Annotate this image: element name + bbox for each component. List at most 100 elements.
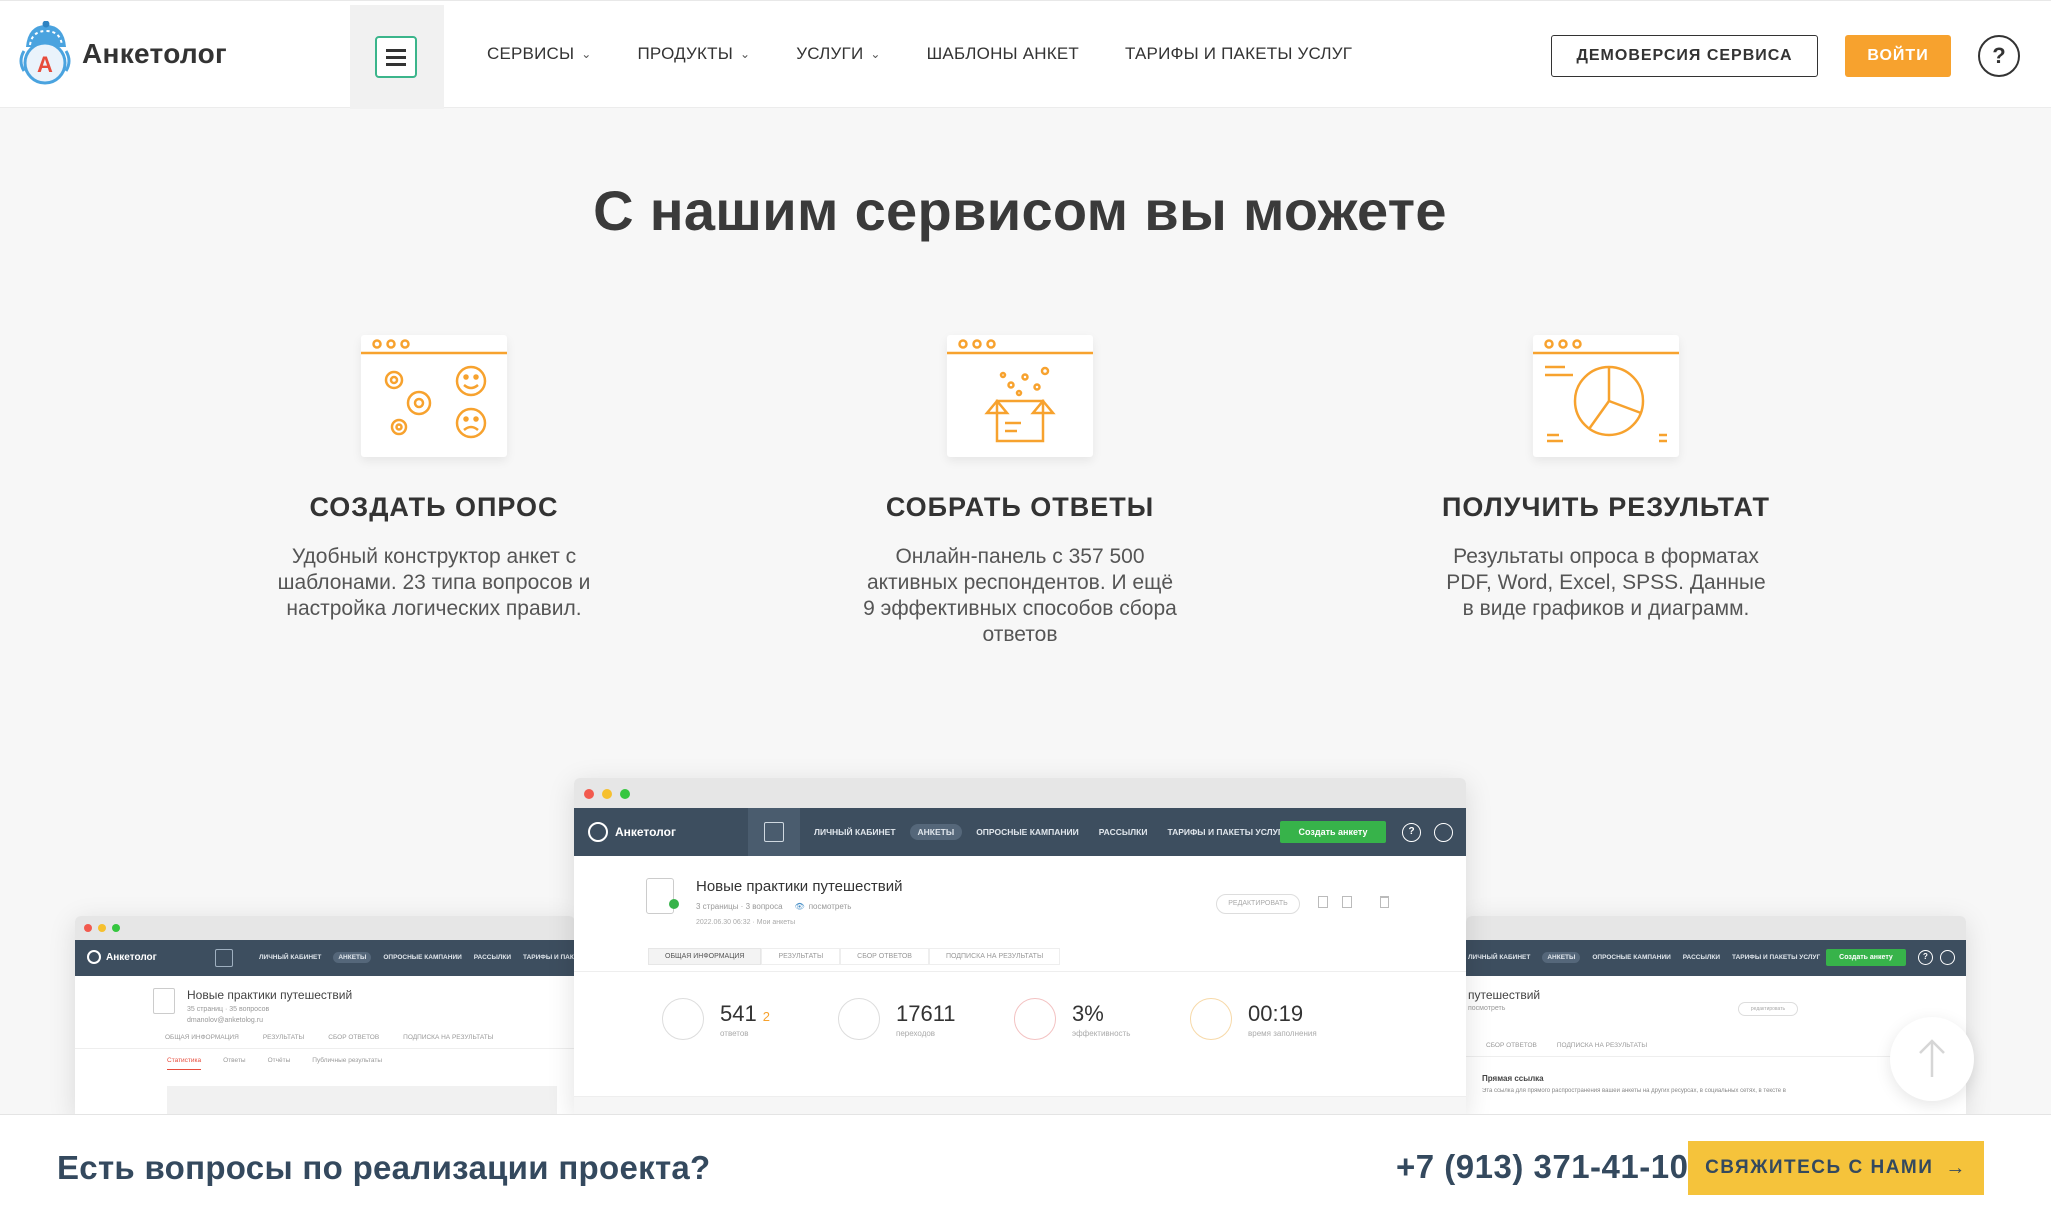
mock-help-icon: ? [1918,950,1933,965]
mock-nav-item: ОПРОСНЫЕ КАМПАНИИ [976,827,1079,837]
hamburger-menu-button[interactable] [375,36,417,78]
mock-survey-meta: 35 страниц · 35 вопросов [187,1006,270,1013]
pie-chart-icon [1533,335,1679,457]
window-maximize-dot [620,789,630,799]
nav-label: ТАРИФЫ И ПАКЕТЫ УСЛУГ [1124,44,1353,63]
open-box-icon [947,335,1093,457]
mock-edit-button: редактировать [1216,894,1300,914]
mock-tab: РЕЗУЛЬТАТЫ [761,948,841,965]
feature-title: СОЗДАТЬ ОПРОС [309,492,559,522]
stat-label: ответов [720,1028,749,1038]
feature-title: СОБРАТЬ ОТВЕТЫ [885,492,1155,522]
mock-nav: ЛИЧНЫЙ КАБИНЕТ АНКЕТЫ ОПРОСНЫЕ КАМПАНИИ … [814,824,1283,840]
stat-label: переходов [896,1028,936,1038]
mock-direct-link-title: Прямая ссылка [1482,1074,1544,1083]
mock-tabs: ОБЩАЯ ИНФОРМАЦИЯ РЕЗУЛЬТАТЫ СБОР ОТВЕТОВ… [165,1034,493,1041]
archive-icon [1342,896,1352,908]
mock-logo-icon [588,822,608,842]
contact-bar: Есть вопросы по реализации проекта? +7 (… [0,1114,2051,1211]
demo-button[interactable]: ДЕМОВЕРСИЯ СЕРВИСА [1551,35,1818,77]
mock-logo-icon [87,950,101,964]
mock-subtab: Статистика [167,1057,202,1070]
nav-item-products[interactable]: ПРОДУКТЫ ⌄ [638,44,751,64]
stat-number: 00:19 [1248,1000,1304,1026]
mock-survey-title: Новые практики путешествий [696,878,903,895]
stat-efficiency: 3% эффективность [1014,998,1130,1040]
nav-item-services-offer[interactable]: УСЛУГИ ⌄ [796,44,880,64]
nav-item-pricing[interactable]: ТАРИФЫ И ПАКЕТЫ УСЛУГ [1125,44,1352,64]
mock-content-area [574,1096,1466,1114]
mock-logo-text: Анкетолог [615,825,676,839]
hamburger-icon-line [386,63,406,66]
feature-title: ПОЛУЧИТЬ РЕЗУЛЬТАТ [1442,492,1770,522]
contact-us-button[interactable]: СВЯЖИТЕСЬ С НАМИ → [1688,1141,1984,1195]
mock-tab: РЕЗУЛЬТАТЫ [262,1034,305,1041]
feature-create-survey: СОЗДАТЬ ОПРОС Удобный конструктор анкет … [234,335,634,622]
contact-question: Есть вопросы по реализации проекта? [57,1149,711,1186]
mock-nav-item: ТАРИФЫ И ПАКЕТЫ УСЛУГ [1732,954,1821,961]
mock-nav-item: РАССЫЛКИ [1098,827,1148,837]
feature-collect-answers: СОБРАТЬ ОТВЕТЫ Онлайн-панель с 357 500 а… [820,335,1220,648]
arrow-up-icon [1919,1039,1945,1077]
stat-text: 17611 переходов [896,1001,956,1038]
mock-tab: ОБЩАЯ ИНФОРМАЦИЯ [648,948,762,965]
mock-stats-row: 541 2 ответов 17611 переходов 3% эффектив… [574,998,1466,1098]
mock-nav-item: ОПРОСНЫЕ КАМПАНИИ [1592,954,1671,961]
stat-answers: 541 2 ответов [662,998,770,1040]
help-button[interactable]: ? [1978,35,2020,77]
nav-label: ПРОДУКТЫ [637,44,733,63]
feature-text: Результаты опроса в форматах PDF, Word, … [1446,545,1766,620]
stat-extra: 2 [762,1008,770,1024]
mock-create-survey-button: Создать анкету [1826,949,1906,966]
mock-survey-email: dmanolov@anketolog.ru [187,1017,263,1024]
mock-tab: СБОР ОТВЕТОВ [328,1034,380,1041]
mock-nav-item: РАССЫЛКИ [473,954,512,961]
app-screenshot-left: Анкетолог ЛИЧНЫЙ КАБИНЕТ АНКЕТЫ ОПРОСНЫЕ… [75,916,575,1116]
mock-tab: ПОДПИСКА НА РЕЗУЛЬТАТЫ [1556,1042,1648,1049]
mock-edit-button: редактировать [1738,1002,1798,1016]
mock-nav-item: АНКЕТЫ [333,952,372,963]
mock-subtab: Публичные результаты [312,1057,383,1064]
stat-value: 541 2 [720,1001,770,1027]
feature-text: Удобный конструктор анкет с шаблонами. 2… [277,545,591,620]
stat-number: 17611 [896,1000,956,1026]
login-button[interactable]: ВОЙТИ [1845,35,1951,77]
mock-nav-item: ТАРИФЫ И ПАКЕТЫ УСЛУГ [523,954,575,961]
mock-tab: СБОР ОТВЕТОВ [840,948,929,965]
mock-tab: СБОР ОТВЕТОВ [1486,1042,1537,1049]
mock-content-block [167,1086,557,1116]
contact-phone[interactable]: +7 (913) 371-41-10 [1396,1148,1688,1186]
stat-number: 541 [720,1000,757,1026]
stat-text: 00:19 время заполнения [1248,1001,1317,1038]
mock-logo: Анкетолог [588,822,676,842]
hamburger-icon-line [386,56,406,59]
site-header: A Анкетолог СЕРВИСЫ ⌄ ПРОДУКТЫ ⌄ УСЛУГИ … [0,0,2051,109]
hamburger-icon [386,49,406,52]
site-logo[interactable]: A Анкетолог [18,20,227,87]
nav-label: СЕРВИСЫ [487,44,575,63]
mock-subtabs: Статистика Ответы Отчёты Публичные резул… [167,1057,382,1070]
contact-us-label: СВЯЖИТЕСЬ С НАМИ [1705,1157,1934,1178]
mock-create-survey-button: Создать анкету [1280,821,1386,843]
trash-icon [1380,896,1389,908]
status-dot-icon [669,899,679,909]
mock-app-bar: ЛИЧНЫЙ КАБИНЕТ АНКЕТЫ ОПРОСНЫЕ КАМПАНИИ … [1466,940,1966,976]
stat-number: 3% [1072,1000,1104,1026]
mock-help-icon: ? [1402,823,1421,842]
chevron-down-icon: ⌄ [581,47,592,61]
window-close-dot [584,789,594,799]
mock-tab: ПОДПИСКА НА РЕЗУЛЬТАТЫ [928,948,1061,965]
chevron-down-icon: ⌄ [870,47,881,61]
mock-nav-item: ТАРИФЫ И ПАКЕТЫ УСЛУГ [1167,827,1283,837]
mock-menu-icon [215,949,233,967]
nav-label: УСЛУГИ [796,44,864,63]
chevron-down-icon: ⌄ [740,47,751,61]
mock-nav-item: ЛИЧНЫЙ КАБИНЕТ [814,827,896,837]
nav-item-templates[interactable]: ШАБЛОНЫ АНКЕТ [927,44,1079,64]
mock-subtab: Отчёты [267,1057,291,1064]
mock-nav-item: ОПРОСНЫЕ КАМПАНИИ [383,954,462,961]
mock-nav-item: РАССЫЛКИ [1682,954,1721,961]
stat-fill-time: 00:19 время заполнения [1190,998,1317,1040]
scroll-to-top-button[interactable] [1890,1017,1974,1101]
nav-item-services[interactable]: СЕРВИСЫ ⌄ [487,44,592,64]
